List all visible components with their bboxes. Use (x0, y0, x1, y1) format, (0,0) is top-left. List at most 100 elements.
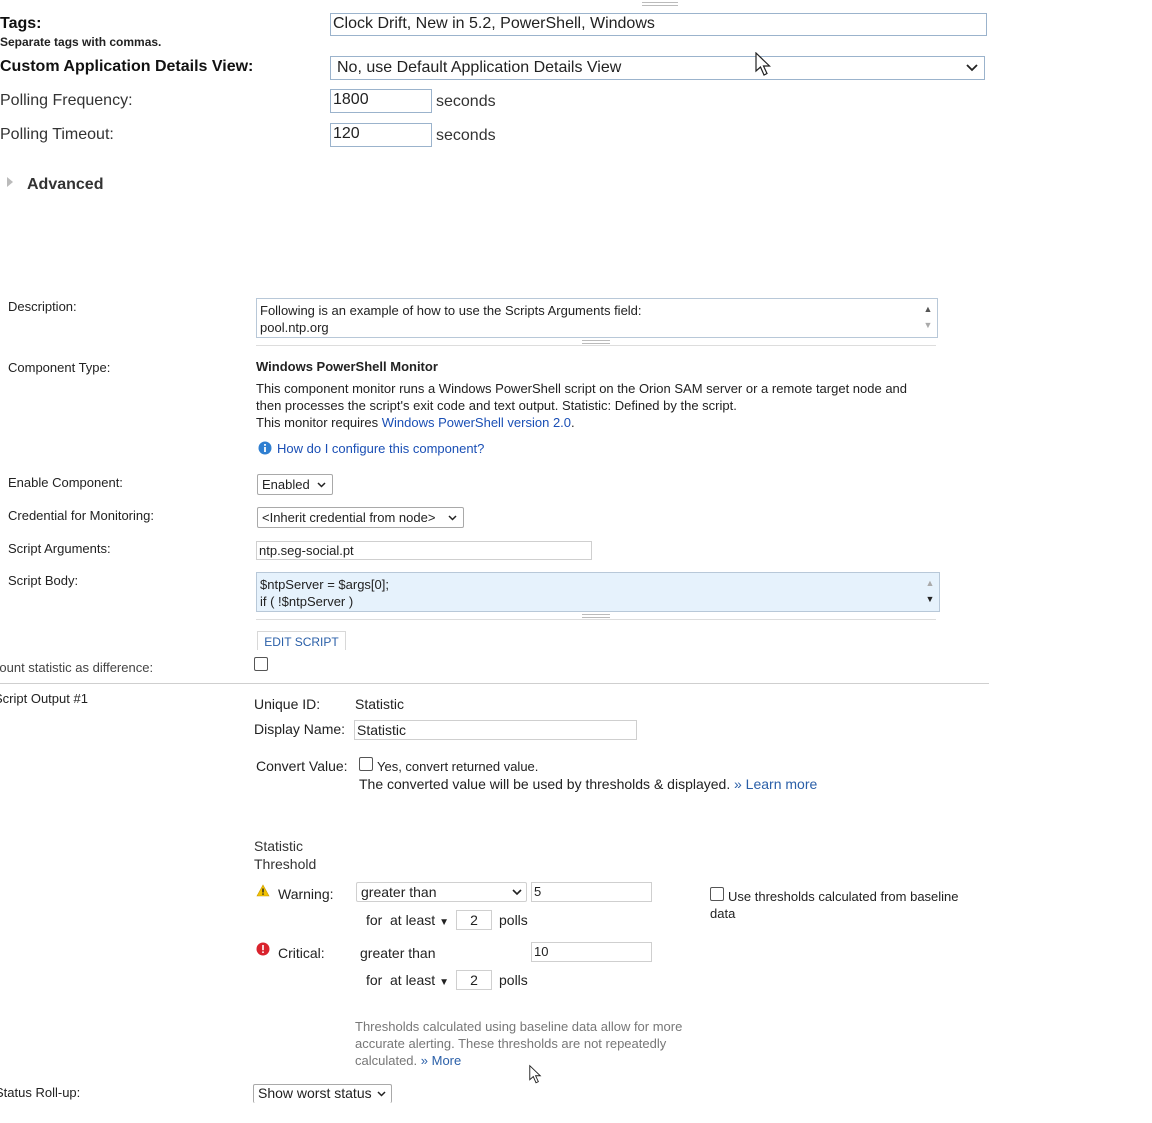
component-type-desc-1: This component monitor runs a Windows Po… (256, 381, 908, 396)
warning-operator-value: greater than (361, 884, 437, 900)
script-body-scrollbar[interactable]: ▲ ▼ (923, 575, 937, 607)
critical-polls-input[interactable]: 2 (456, 970, 492, 990)
count-statistic-row: Count statistic as difference: (0, 655, 600, 675)
critical-icon (256, 942, 270, 956)
learn-more-link[interactable]: » Learn more (734, 776, 817, 792)
chevron-down-icon (377, 1091, 386, 1097)
status-rollup-select[interactable]: Show worst status (253, 1084, 392, 1103)
info-icon (258, 441, 272, 455)
top-resize-grip[interactable] (642, 2, 678, 6)
script-body-resize-grip[interactable] (582, 614, 610, 618)
description-resize-grip[interactable] (582, 340, 610, 344)
script-body-line-1: $ntpServer = $args[0]; (260, 577, 389, 592)
chevron-down-icon (512, 889, 522, 896)
convert-value-checkbox-label[interactable]: Yes, convert returned value. (377, 759, 538, 774)
tags-input[interactable]: Clock Drift, New in 5.2, PowerShell, Win… (330, 13, 987, 36)
tags-hint: Separate tags with commas. (0, 35, 162, 49)
script-arguments-input[interactable]: ntp.seg-social.pt (256, 541, 592, 560)
scroll-up-icon[interactable]: ▲ (923, 575, 937, 591)
requires-line: This monitor requires Windows PowerShell… (256, 415, 575, 430)
edit-script-button[interactable]: EDIT SCRIPT (257, 631, 346, 650)
warning-value-input[interactable]: 5 (531, 882, 652, 902)
convert-note: The converted value will be used by thre… (359, 776, 731, 792)
warning-icon (256, 884, 270, 897)
baseline-label-1[interactable]: Use thresholds calculated from baseline (728, 889, 959, 904)
section-divider (0, 683, 989, 684)
script-output-label: Script Output #1 (0, 691, 88, 706)
display-name-input[interactable]: Statistic (354, 720, 637, 740)
polling-timeout-label: Polling Timeout: (0, 126, 114, 143)
caret-down-icon: ▼ (439, 917, 450, 928)
critical-polls-label: polls (499, 972, 528, 988)
critical-atleast-value: at least (390, 972, 436, 988)
enable-component-select[interactable]: Enabled (257, 474, 333, 495)
critical-value-input[interactable]: 10 (531, 942, 652, 962)
chevron-down-icon (448, 515, 457, 521)
critical-operator[interactable]: greater than (360, 945, 436, 961)
warning-label: Warning: (278, 886, 334, 902)
description-line-1: Following is an example of how to use th… (260, 303, 642, 318)
powershell-version-link[interactable]: Windows PowerShell version 2.0 (382, 415, 571, 430)
polling-timeout-input[interactable]: 120 (330, 123, 432, 147)
requires-prefix: This monitor requires (256, 415, 382, 430)
critical-for-text: for (366, 972, 383, 988)
description-textarea[interactable]: Following is an example of how to use th… (256, 298, 938, 338)
convert-value-checkbox[interactable] (359, 757, 373, 771)
count-statistic-label: Count statistic as difference: (0, 660, 154, 675)
credential-select[interactable]: <Inherit credential from node> (257, 507, 464, 528)
convert-value-label: Convert Value: (256, 758, 348, 774)
credential-value: <Inherit credential from node> (262, 510, 436, 525)
warning-for-text: for (366, 912, 383, 928)
component-type-desc-2: then processes the script's exit code an… (256, 398, 737, 413)
description-scrollbar[interactable]: ▲ ▼ (921, 301, 935, 333)
component-type-title: Windows PowerShell Monitor (256, 359, 438, 374)
polling-frequency-unit: seconds (436, 93, 496, 110)
scroll-up-icon[interactable]: ▲ (921, 301, 935, 317)
polling-timeout-unit: seconds (436, 127, 496, 144)
baseline-checkbox[interactable] (710, 887, 724, 901)
scroll-down-icon[interactable]: ▼ (923, 591, 937, 607)
baseline-note-3: calculated. (355, 1053, 418, 1068)
scroll-down-icon[interactable]: ▼ (921, 317, 935, 333)
warning-operator-select[interactable]: greater than (356, 882, 527, 902)
baseline-note-1: Thresholds calculated using baseline dat… (355, 1019, 683, 1034)
critical-label: Critical: (278, 945, 325, 961)
description-divider (256, 345, 936, 346)
warning-polls-label: polls (499, 912, 528, 928)
custom-view-value: No, use Default Application Details View (337, 59, 622, 76)
description-line-2: pool.ntp.org (260, 320, 329, 335)
baseline-note-2: accurate alerting. These thresholds are … (355, 1036, 667, 1051)
script-body-label: Script Body: (8, 573, 79, 588)
critical-atleast-dropdown[interactable]: at least ▼ (390, 972, 449, 988)
threshold-title-2: Threshold (254, 856, 317, 872)
chevron-down-icon (966, 64, 978, 72)
custom-view-select[interactable]: No, use Default Application Details View (330, 56, 985, 80)
tags-label: Tags: (0, 15, 42, 32)
warning-atleast-dropdown[interactable]: at least ▼ (390, 912, 449, 928)
unique-id-value: Statistic (355, 696, 405, 712)
advanced-toggle[interactable]: Advanced (27, 176, 103, 194)
expand-triangle-icon[interactable] (6, 176, 14, 188)
chevron-down-icon (317, 482, 326, 488)
baseline-label-2[interactable]: data (710, 906, 735, 921)
caret-down-icon: ▼ (439, 977, 450, 988)
status-rollup-value: Show worst status (258, 1085, 372, 1101)
mouse-pointer-icon (755, 52, 771, 76)
baseline-more-link[interactable]: » More (421, 1053, 461, 1068)
threshold-title-1: Statistic (254, 838, 304, 854)
script-body-divider (256, 619, 936, 620)
unique-id-label: Unique ID: (254, 696, 321, 712)
mouse-pointer-icon (529, 1064, 542, 1084)
configure-help-link[interactable]: How do I configure this component? (277, 441, 484, 456)
polling-frequency-input[interactable]: 1800 (330, 89, 432, 113)
warning-atleast-value: at least (390, 912, 436, 928)
warning-polls-input[interactable]: 2 (456, 910, 492, 930)
enable-component-label: Enable Component: (8, 475, 123, 490)
credential-label: Credential for Monitoring: (8, 508, 154, 523)
custom-view-label: Custom Application Details View: (0, 58, 254, 75)
script-body-textarea[interactable]: $ntpServer = $args[0]; if ( !$ntpServer … (256, 572, 940, 612)
count-statistic-checkbox[interactable] (254, 657, 268, 671)
enable-component-value: Enabled (262, 477, 310, 492)
script-body-line-2: if ( !$ntpServer ) (260, 594, 354, 609)
description-label: Description: (8, 299, 77, 314)
